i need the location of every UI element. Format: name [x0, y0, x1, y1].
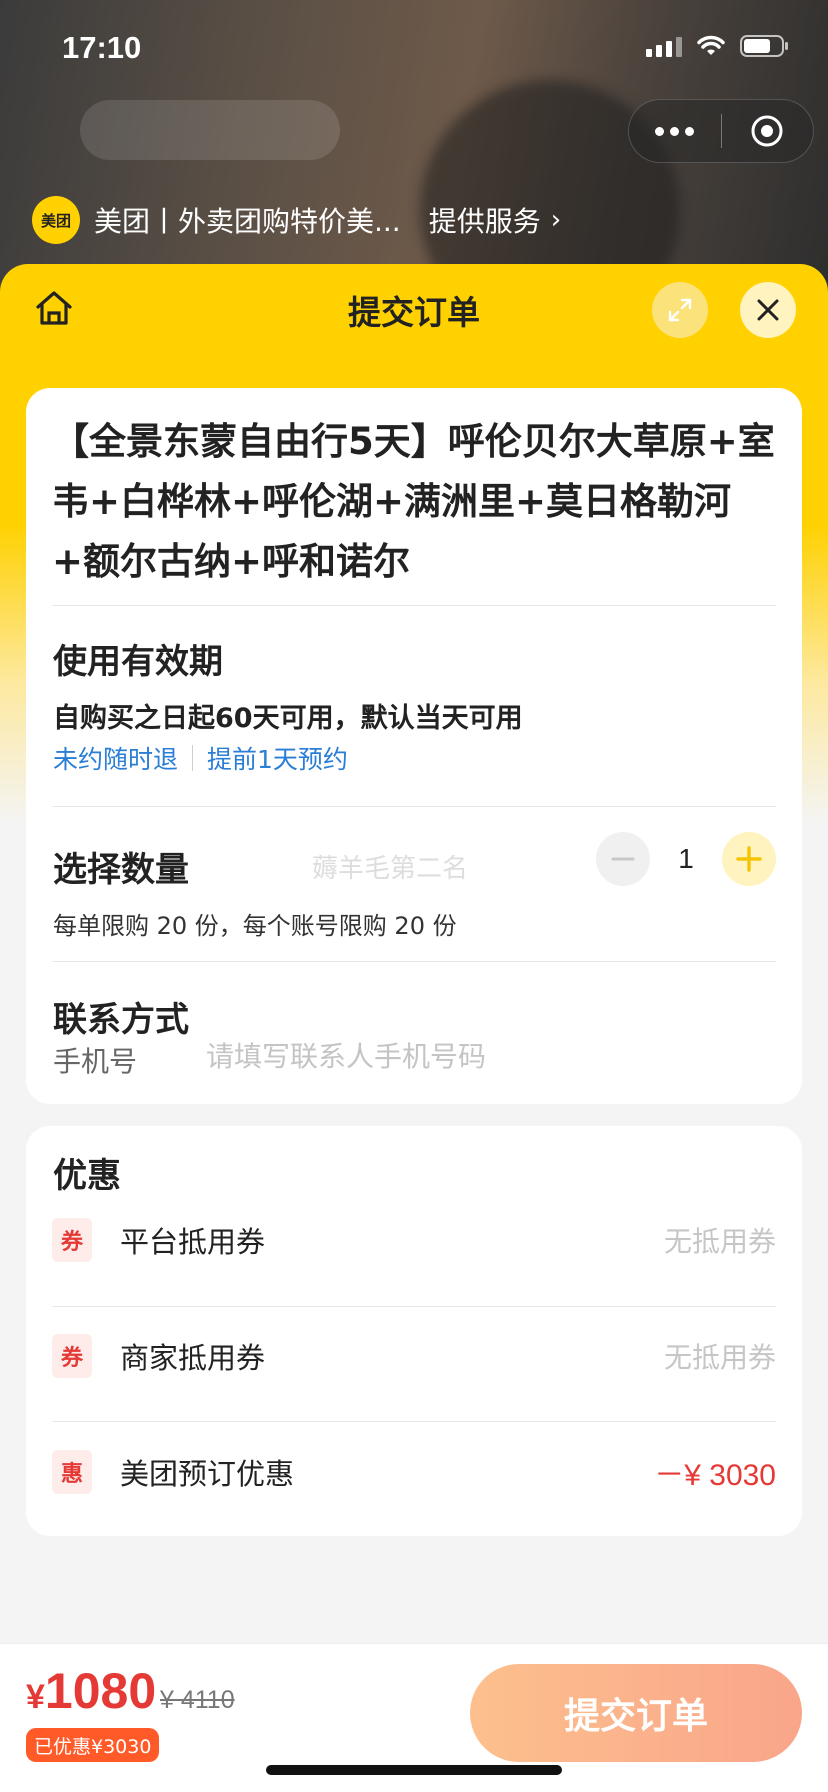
status-icons: [646, 34, 790, 58]
expand-button[interactable]: [652, 282, 708, 338]
discount-label: 商家抵用券: [120, 1341, 266, 1375]
status-time: 17:10: [62, 30, 142, 65]
tag-separator: [192, 745, 194, 771]
provider-service: 提供服务: [428, 205, 541, 238]
discount-amount: －¥ 3030: [654, 1459, 776, 1492]
validity-title: 使用有效期: [53, 642, 223, 682]
divider: [52, 961, 776, 962]
quantity-value: 1: [678, 843, 694, 874]
divider: [52, 605, 776, 606]
divider: [52, 1306, 776, 1307]
phone-input[interactable]: [206, 1034, 746, 1078]
close-icon: [757, 299, 779, 321]
discount-label: 美团预订优惠: [120, 1457, 295, 1491]
tag-refund: 未约随时退: [53, 745, 179, 774]
more-icon[interactable]: [629, 126, 721, 136]
validity-tags: 未约随时退 提前1天预约: [53, 740, 348, 776]
chevron-right-icon: ›: [550, 205, 562, 235]
status-bar: 17:10: [0, 0, 828, 100]
discount-label: 平台抵用券: [120, 1225, 266, 1259]
plus-icon: [736, 846, 762, 872]
discount-value: 无抵用券: [663, 1341, 776, 1374]
miniapp-capsule: [628, 99, 814, 163]
minus-icon: [611, 857, 635, 861]
purchase-limit: 每单限购 20 份，每个账号限购 20 份: [53, 912, 457, 940]
price-value: 1080: [44, 1663, 157, 1719]
order-info-card: 【全景东蒙自由行5天】呼伦贝尔大草原+室韦+白桦林+呼伦湖+满洲里+莫日格勒河+…: [26, 388, 802, 1104]
header-backdrop: 17:10 美团 美团丨外卖团购特价美... 提供服务 ›: [0, 0, 828, 300]
original-price: ¥ 4110: [160, 1686, 235, 1714]
close-button[interactable]: [740, 282, 796, 338]
divider: [52, 806, 776, 807]
tag-booking: 提前1天预约: [207, 745, 348, 774]
quantity-title: 选择数量: [53, 850, 189, 890]
battery-icon: [740, 34, 790, 58]
coupon-tag: 券: [52, 1218, 92, 1262]
contact-title: 联系方式: [53, 1000, 189, 1040]
product-title: 【全景东蒙自由行5天】呼伦贝尔大草原+室韦+白桦林+呼伦湖+满洲里+莫日格勒河+…: [52, 420, 775, 583]
current-price: ¥1080: [26, 1662, 156, 1720]
signal-icon: [646, 35, 682, 57]
provider-bar[interactable]: 美团 美团丨外卖团购特价美... 提供服务 ›: [32, 196, 561, 244]
order-sheet: 提交订单 【全景东蒙自由行5天】呼伦贝尔大草原+室韦+白桦林+呼伦湖+满洲里+莫…: [0, 264, 828, 1792]
decrease-button[interactable]: [596, 832, 650, 886]
validity-text: 自购买之日起60天可用，默认当天可用: [53, 703, 523, 734]
submit-order-button[interactable]: 提交订单: [470, 1664, 802, 1762]
coupon-tag: 券: [52, 1334, 92, 1378]
watermark: 薅羊毛第二名: [312, 854, 469, 884]
expand-icon: [668, 298, 692, 322]
currency-symbol: ¥: [26, 1678, 45, 1716]
divider: [52, 1421, 776, 1422]
quantity-stepper: 1: [596, 832, 776, 886]
meituan-logo: 美团: [32, 196, 80, 244]
discount-card: 优惠 券 平台抵用券 无抵用券 券 商家抵用券 无抵用券 惠 美团预订优惠 －¥…: [26, 1126, 802, 1536]
discount-row-merchant[interactable]: 券 商家抵用券 无抵用券: [52, 1326, 776, 1386]
discount-row-platform[interactable]: 券 平台抵用券 无抵用券: [52, 1210, 776, 1270]
discount-row-booking[interactable]: 惠 美团预订优惠 －¥ 3030: [52, 1442, 776, 1502]
provider-name: 美团丨外卖团购特价美...: [94, 205, 401, 238]
home-indicator: [266, 1765, 562, 1775]
close-miniapp-icon[interactable]: [722, 114, 814, 148]
wifi-icon: [696, 35, 726, 57]
promo-tag: 惠: [52, 1450, 92, 1494]
increase-button[interactable]: [722, 832, 776, 886]
discount-value: 无抵用券: [663, 1225, 776, 1258]
sheet-header: 提交订单: [0, 264, 828, 354]
phone-label: 手机号: [53, 1045, 138, 1078]
saved-badge: 已优惠¥3030: [26, 1728, 160, 1762]
discount-title: 优惠: [53, 1156, 121, 1196]
